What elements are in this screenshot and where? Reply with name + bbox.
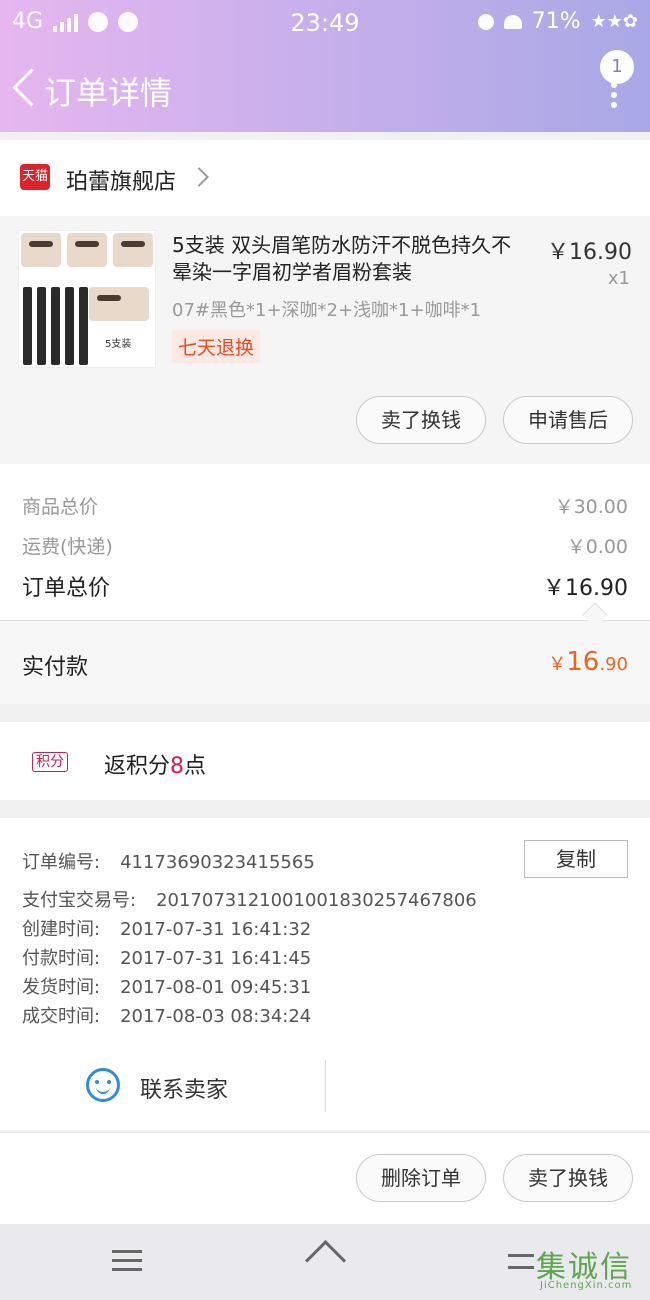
shipping-label: 运费(快递) (22, 536, 113, 558)
divider (325, 1060, 326, 1112)
shop-header[interactable]: 天猫 珀蕾旗舰店 (0, 140, 650, 216)
status-bar: 4G 23:49 71% ★★✿ (0, 0, 650, 44)
chevron-right-icon (189, 167, 209, 187)
thumbnail-caption: 5支装 (105, 339, 132, 350)
return-policy-tag: 七天退换 (172, 330, 261, 363)
after-sale-button[interactable]: 申请售后 (503, 396, 633, 444)
bottom-actions: 删除订单 卖了换钱 (0, 1132, 650, 1224)
paid-amount: ￥16.90 (548, 647, 628, 677)
order-total-row: 订单总价 ￥16.90 (22, 570, 628, 602)
menu-icon[interactable] (112, 1250, 142, 1272)
paid-label: 实付款 (22, 655, 89, 680)
item-sku: 07#黑色*1+深咖*2+浅咖*1+咖啡*1 (172, 300, 482, 321)
item-title: 5支装 双头眉笔防水防汗不脱色持久不晕染一字眉初学者眉粉套装 (172, 233, 512, 284)
info-row-order-no: 订单编号: 41173690323415565 (22, 848, 315, 874)
shipping-row: 运费(快递) ￥0.00 (22, 532, 628, 559)
nav-bar: 订单详情 1 (0, 44, 650, 132)
item-price: ￥16.90 (547, 240, 632, 265)
back-nav-icon[interactable] (508, 1250, 538, 1272)
header-background: 4G 23:49 71% ★★✿ 订单详情 1 (0, 0, 650, 132)
points-prefix: 返积分 (104, 754, 171, 779)
contact-seller-label: 联系卖家 (140, 1078, 229, 1103)
sticker-icon: ★★✿ (590, 11, 638, 32)
info-key: 支付宝交易号: (22, 890, 137, 911)
info-key: 创建时间: (22, 919, 101, 940)
system-nav-bar: 集诚信 JiChengXin.com (0, 1224, 650, 1300)
points-badge: 积分 (32, 752, 68, 772)
back-icon[interactable] (10, 66, 40, 110)
product-thumbnail[interactable]: 5支装 (18, 230, 156, 368)
points-suffix: 点 (184, 754, 207, 779)
info-value: 2017073121001001830257467806 (156, 890, 477, 911)
info-row-created: 创建时间: 2017-07-31 16:41:32 (22, 915, 311, 941)
goods-total-value: ￥30.00 (554, 496, 628, 518)
goods-total-row: 商品总价 ￥30.00 (22, 492, 628, 519)
info-key: 订单编号: (22, 852, 101, 873)
points-row: 积分 返积分8点 (0, 722, 650, 800)
info-value: 2017-07-31 16:41:32 (120, 919, 312, 940)
info-key: 付款时间: (22, 948, 101, 969)
shipping-value: ￥0.00 (566, 536, 628, 558)
points-text: 返积分8点 (104, 748, 206, 780)
sell-for-cash-bottom-button[interactable]: 卖了换钱 (503, 1154, 633, 1202)
info-row-alipay-no: 支付宝交易号: 2017073121001001830257467806 (22, 886, 477, 912)
price-summary: 商品总价 ￥30.00 运费(快递) ￥0.00 订单总价 ￥16.90 (0, 464, 650, 620)
info-row-completed: 成交时间: 2017-08-03 08:34:24 (22, 1002, 311, 1028)
chat-icon (86, 1068, 120, 1102)
info-value: 2017-08-01 09:45:31 (120, 977, 312, 998)
info-value: 2017-08-03 08:34:24 (120, 1006, 312, 1027)
goods-total-label: 商品总价 (22, 496, 99, 518)
info-value: 41173690323415565 (120, 852, 315, 873)
tmall-icon: 天猫 (20, 164, 50, 190)
watermark-url: JiChengXin.com (540, 1280, 633, 1291)
paid-decimal: .90 (599, 654, 628, 675)
home-icon[interactable] (305, 1242, 345, 1276)
shop-name: 珀蕾旗舰店 (66, 170, 177, 195)
order-item[interactable]: 5支装 5支装 双头眉笔防水防汗不脱色持久不晕染一字眉初学者眉粉套装 ￥16.9… (0, 216, 650, 464)
wifi-icon (503, 14, 522, 29)
info-row-paid: 付款时间: 2017-07-31 16:41:45 (22, 944, 311, 970)
sell-for-cash-button[interactable]: 卖了换钱 (356, 396, 486, 444)
more-icon[interactable] (608, 74, 620, 108)
paid-currency: ￥ (548, 654, 567, 675)
page-title: 订单详情 (44, 74, 173, 112)
info-key: 成交时间: (22, 1006, 101, 1027)
contact-seller-button[interactable]: 联系卖家 (0, 1052, 326, 1122)
info-value: 2017-07-31 16:41:45 (120, 948, 312, 969)
item-quantity: x1 (607, 268, 630, 289)
points-value: 8 (170, 754, 185, 779)
paid-amount-row: 实付款 ￥16.90 (0, 620, 650, 704)
battery-label: 71% (531, 9, 581, 34)
info-row-shipped: 发货时间: 2017-08-01 09:45:31 (22, 973, 311, 999)
mute-icon (477, 13, 494, 30)
delete-order-button[interactable]: 删除订单 (356, 1154, 486, 1202)
info-key: 发货时间: (22, 977, 101, 998)
paid-integer: 16 (566, 647, 600, 677)
order-total-value: ￥16.90 (543, 576, 628, 601)
copy-button[interactable]: 复制 (524, 840, 628, 878)
order-info: 订单编号: 41173690323415565 支付宝交易号: 2017073121… (0, 818, 650, 1130)
order-total-label: 订单总价 (22, 576, 111, 601)
